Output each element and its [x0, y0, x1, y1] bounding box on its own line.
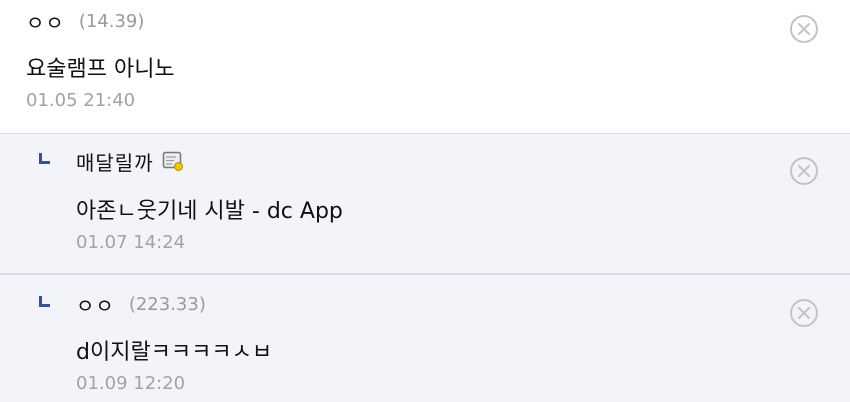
- delete-comment-button[interactable]: [789, 298, 819, 328]
- comment-body: 아존ㄴ웃기네 시발 - dc App: [76, 199, 343, 224]
- comment-nickname[interactable]: 매달릴까: [76, 147, 154, 176]
- comment-nickname[interactable]: ㅇㅇ: [76, 290, 115, 319]
- close-circle-icon: [790, 157, 818, 185]
- comment-date: 01.07 14:24: [76, 232, 186, 253]
- comment-header: 매달릴까: [76, 146, 184, 176]
- close-circle-icon: [790, 15, 818, 43]
- comment-ip: (14.39): [78, 10, 145, 32]
- comment-header: ㅇㅇ (14.39): [26, 6, 144, 36]
- delete-comment-button[interactable]: [789, 156, 819, 186]
- reply-item: 매달릴까 아존ㄴ웃기네 시발 - dc App 01.07 14:24: [0, 133, 850, 273]
- reply-corner-icon: [39, 153, 50, 164]
- comment-date: 01.09 12:20: [76, 373, 186, 394]
- comment-list: ㅇㅇ (14.39) 요술램프 아니노 01.05 21:40 매달릴까 아존ㄴ…: [0, 0, 850, 402]
- comment-header: ㅇㅇ (223.33): [76, 289, 206, 319]
- delete-comment-button[interactable]: [789, 14, 819, 44]
- reply-item: ㅇㅇ (223.33) d이지랄ㅋㅋㅋㅋㅅㅂ 01.09 12:20: [0, 273, 850, 402]
- gallog-icon[interactable]: [162, 150, 184, 172]
- comment-body: d이지랄ㅋㅋㅋㅋㅅㅂ: [76, 340, 273, 365]
- comment-body: 요술램프 아니노: [26, 57, 175, 82]
- close-circle-icon: [790, 299, 818, 327]
- reply-corner-icon: [39, 296, 50, 307]
- comment-item: ㅇㅇ (14.39) 요술램프 아니노 01.05 21:40: [0, 0, 850, 132]
- comment-date: 01.05 21:40: [26, 90, 136, 111]
- comment-ip: (223.33): [128, 293, 206, 315]
- comment-nickname[interactable]: ㅇㅇ: [26, 7, 65, 36]
